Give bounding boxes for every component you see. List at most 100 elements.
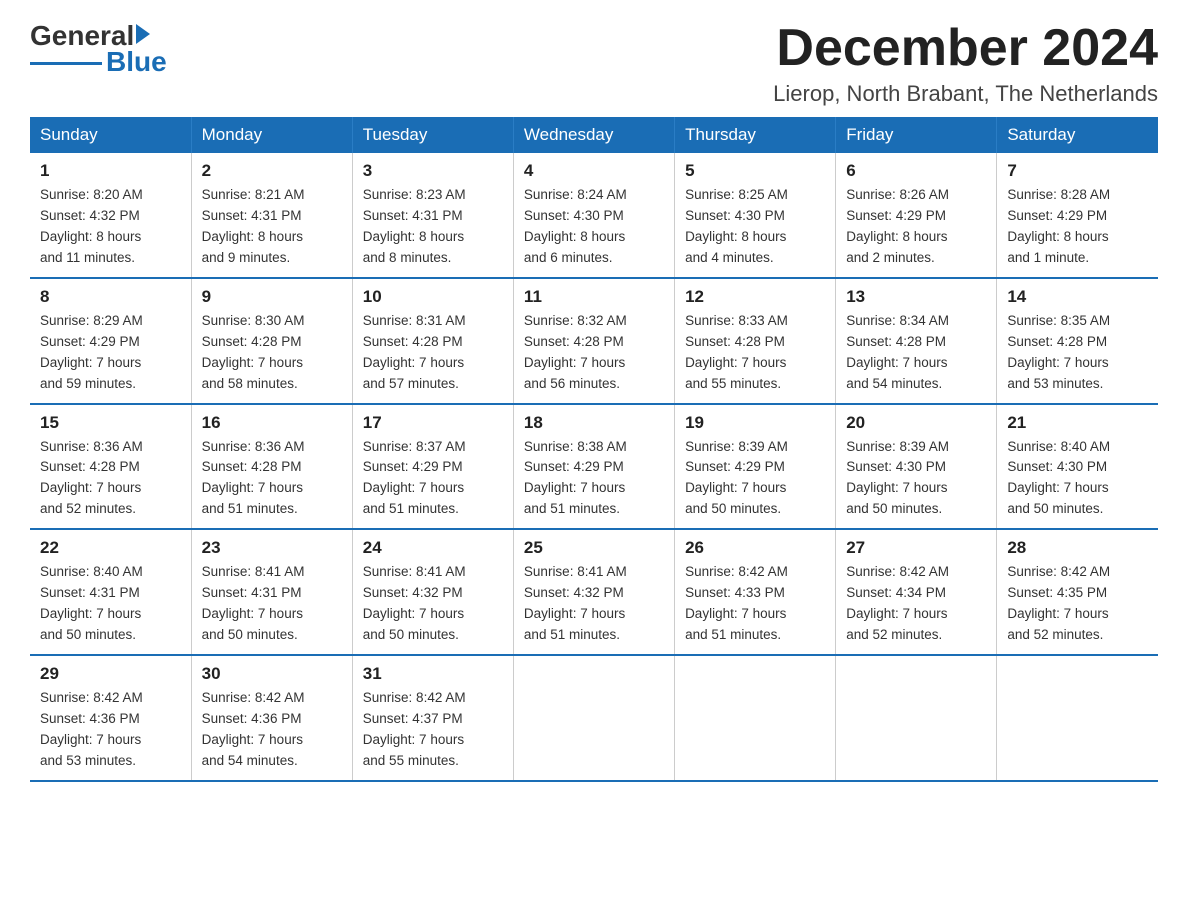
day-number: 22	[40, 538, 181, 558]
day-number: 13	[846, 287, 986, 307]
day-info: Sunrise: 8:30 AMSunset: 4:28 PMDaylight:…	[202, 311, 342, 395]
day-info: Sunrise: 8:20 AMSunset: 4:32 PMDaylight:…	[40, 185, 181, 269]
day-header-saturday: Saturday	[997, 117, 1158, 153]
day-number: 17	[363, 413, 503, 433]
calendar-cell: 6 Sunrise: 8:26 AMSunset: 4:29 PMDayligh…	[836, 153, 997, 278]
calendar-cell: 15 Sunrise: 8:36 AMSunset: 4:28 PMDaylig…	[30, 404, 191, 530]
calendar-cell: 13 Sunrise: 8:34 AMSunset: 4:28 PMDaylig…	[836, 278, 997, 404]
day-number: 28	[1007, 538, 1148, 558]
day-number: 4	[524, 161, 664, 181]
day-info: Sunrise: 8:40 AMSunset: 4:30 PMDaylight:…	[1007, 437, 1148, 521]
day-number: 16	[202, 413, 342, 433]
calendar-cell: 8 Sunrise: 8:29 AMSunset: 4:29 PMDayligh…	[30, 278, 191, 404]
week-row-3: 15 Sunrise: 8:36 AMSunset: 4:28 PMDaylig…	[30, 404, 1158, 530]
location-subtitle: Lierop, North Brabant, The Netherlands	[773, 81, 1158, 107]
week-row-1: 1 Sunrise: 8:20 AMSunset: 4:32 PMDayligh…	[30, 153, 1158, 278]
calendar-cell: 30 Sunrise: 8:42 AMSunset: 4:36 PMDaylig…	[191, 655, 352, 781]
day-number: 29	[40, 664, 181, 684]
day-info: Sunrise: 8:25 AMSunset: 4:30 PMDaylight:…	[685, 185, 825, 269]
day-number: 15	[40, 413, 181, 433]
day-info: Sunrise: 8:39 AMSunset: 4:29 PMDaylight:…	[685, 437, 825, 521]
logo: General Blue	[30, 20, 167, 78]
day-info: Sunrise: 8:29 AMSunset: 4:29 PMDaylight:…	[40, 311, 181, 395]
day-headers-row: SundayMondayTuesdayWednesdayThursdayFrid…	[30, 117, 1158, 153]
calendar-cell: 28 Sunrise: 8:42 AMSunset: 4:35 PMDaylig…	[997, 529, 1158, 655]
calendar-cell	[513, 655, 674, 781]
day-number: 18	[524, 413, 664, 433]
day-info: Sunrise: 8:40 AMSunset: 4:31 PMDaylight:…	[40, 562, 181, 646]
calendar-cell	[836, 655, 997, 781]
day-number: 3	[363, 161, 503, 181]
day-info: Sunrise: 8:42 AMSunset: 4:36 PMDaylight:…	[40, 688, 181, 772]
day-info: Sunrise: 8:41 AMSunset: 4:32 PMDaylight:…	[363, 562, 503, 646]
day-info: Sunrise: 8:39 AMSunset: 4:30 PMDaylight:…	[846, 437, 986, 521]
day-number: 10	[363, 287, 503, 307]
calendar-cell: 18 Sunrise: 8:38 AMSunset: 4:29 PMDaylig…	[513, 404, 674, 530]
calendar-cell: 17 Sunrise: 8:37 AMSunset: 4:29 PMDaylig…	[352, 404, 513, 530]
day-number: 5	[685, 161, 825, 181]
calendar-cell: 7 Sunrise: 8:28 AMSunset: 4:29 PMDayligh…	[997, 153, 1158, 278]
day-info: Sunrise: 8:37 AMSunset: 4:29 PMDaylight:…	[363, 437, 503, 521]
day-info: Sunrise: 8:36 AMSunset: 4:28 PMDaylight:…	[40, 437, 181, 521]
day-number: 9	[202, 287, 342, 307]
day-info: Sunrise: 8:34 AMSunset: 4:28 PMDaylight:…	[846, 311, 986, 395]
day-number: 30	[202, 664, 342, 684]
calendar-header: SundayMondayTuesdayWednesdayThursdayFrid…	[30, 117, 1158, 153]
calendar-cell: 1 Sunrise: 8:20 AMSunset: 4:32 PMDayligh…	[30, 153, 191, 278]
calendar-cell: 23 Sunrise: 8:41 AMSunset: 4:31 PMDaylig…	[191, 529, 352, 655]
week-row-5: 29 Sunrise: 8:42 AMSunset: 4:36 PMDaylig…	[30, 655, 1158, 781]
day-info: Sunrise: 8:36 AMSunset: 4:28 PMDaylight:…	[202, 437, 342, 521]
day-info: Sunrise: 8:28 AMSunset: 4:29 PMDaylight:…	[1007, 185, 1148, 269]
day-number: 27	[846, 538, 986, 558]
day-info: Sunrise: 8:38 AMSunset: 4:29 PMDaylight:…	[524, 437, 664, 521]
calendar-cell: 26 Sunrise: 8:42 AMSunset: 4:33 PMDaylig…	[675, 529, 836, 655]
day-number: 20	[846, 413, 986, 433]
calendar-cell: 3 Sunrise: 8:23 AMSunset: 4:31 PMDayligh…	[352, 153, 513, 278]
logo-triangle-icon	[136, 24, 150, 44]
day-info: Sunrise: 8:42 AMSunset: 4:35 PMDaylight:…	[1007, 562, 1148, 646]
calendar-table: SundayMondayTuesdayWednesdayThursdayFrid…	[30, 117, 1158, 781]
calendar-cell: 31 Sunrise: 8:42 AMSunset: 4:37 PMDaylig…	[352, 655, 513, 781]
day-info: Sunrise: 8:21 AMSunset: 4:31 PMDaylight:…	[202, 185, 342, 269]
day-info: Sunrise: 8:41 AMSunset: 4:31 PMDaylight:…	[202, 562, 342, 646]
calendar-cell: 9 Sunrise: 8:30 AMSunset: 4:28 PMDayligh…	[191, 278, 352, 404]
day-info: Sunrise: 8:33 AMSunset: 4:28 PMDaylight:…	[685, 311, 825, 395]
title-block: December 2024 Lierop, North Brabant, The…	[773, 20, 1158, 107]
calendar-cell: 14 Sunrise: 8:35 AMSunset: 4:28 PMDaylig…	[997, 278, 1158, 404]
day-number: 1	[40, 161, 181, 181]
day-header-tuesday: Tuesday	[352, 117, 513, 153]
month-year-title: December 2024	[773, 20, 1158, 77]
calendar-body: 1 Sunrise: 8:20 AMSunset: 4:32 PMDayligh…	[30, 153, 1158, 780]
logo-underline	[30, 62, 102, 65]
day-header-wednesday: Wednesday	[513, 117, 674, 153]
day-header-friday: Friday	[836, 117, 997, 153]
day-header-sunday: Sunday	[30, 117, 191, 153]
calendar-cell: 25 Sunrise: 8:41 AMSunset: 4:32 PMDaylig…	[513, 529, 674, 655]
day-number: 14	[1007, 287, 1148, 307]
day-number: 6	[846, 161, 986, 181]
day-number: 19	[685, 413, 825, 433]
day-number: 24	[363, 538, 503, 558]
day-number: 8	[40, 287, 181, 307]
day-number: 7	[1007, 161, 1148, 181]
day-number: 26	[685, 538, 825, 558]
page-header: General Blue December 2024 Lierop, North…	[30, 20, 1158, 107]
calendar-cell: 22 Sunrise: 8:40 AMSunset: 4:31 PMDaylig…	[30, 529, 191, 655]
calendar-cell: 21 Sunrise: 8:40 AMSunset: 4:30 PMDaylig…	[997, 404, 1158, 530]
calendar-cell	[997, 655, 1158, 781]
day-info: Sunrise: 8:32 AMSunset: 4:28 PMDaylight:…	[524, 311, 664, 395]
calendar-cell: 27 Sunrise: 8:42 AMSunset: 4:34 PMDaylig…	[836, 529, 997, 655]
calendar-cell: 24 Sunrise: 8:41 AMSunset: 4:32 PMDaylig…	[352, 529, 513, 655]
day-number: 31	[363, 664, 503, 684]
day-info: Sunrise: 8:31 AMSunset: 4:28 PMDaylight:…	[363, 311, 503, 395]
day-info: Sunrise: 8:35 AMSunset: 4:28 PMDaylight:…	[1007, 311, 1148, 395]
calendar-cell: 11 Sunrise: 8:32 AMSunset: 4:28 PMDaylig…	[513, 278, 674, 404]
day-info: Sunrise: 8:41 AMSunset: 4:32 PMDaylight:…	[524, 562, 664, 646]
calendar-cell: 19 Sunrise: 8:39 AMSunset: 4:29 PMDaylig…	[675, 404, 836, 530]
day-info: Sunrise: 8:42 AMSunset: 4:33 PMDaylight:…	[685, 562, 825, 646]
calendar-cell: 10 Sunrise: 8:31 AMSunset: 4:28 PMDaylig…	[352, 278, 513, 404]
logo-blue-text: Blue	[106, 46, 167, 78]
day-header-thursday: Thursday	[675, 117, 836, 153]
calendar-cell: 29 Sunrise: 8:42 AMSunset: 4:36 PMDaylig…	[30, 655, 191, 781]
day-info: Sunrise: 8:42 AMSunset: 4:34 PMDaylight:…	[846, 562, 986, 646]
